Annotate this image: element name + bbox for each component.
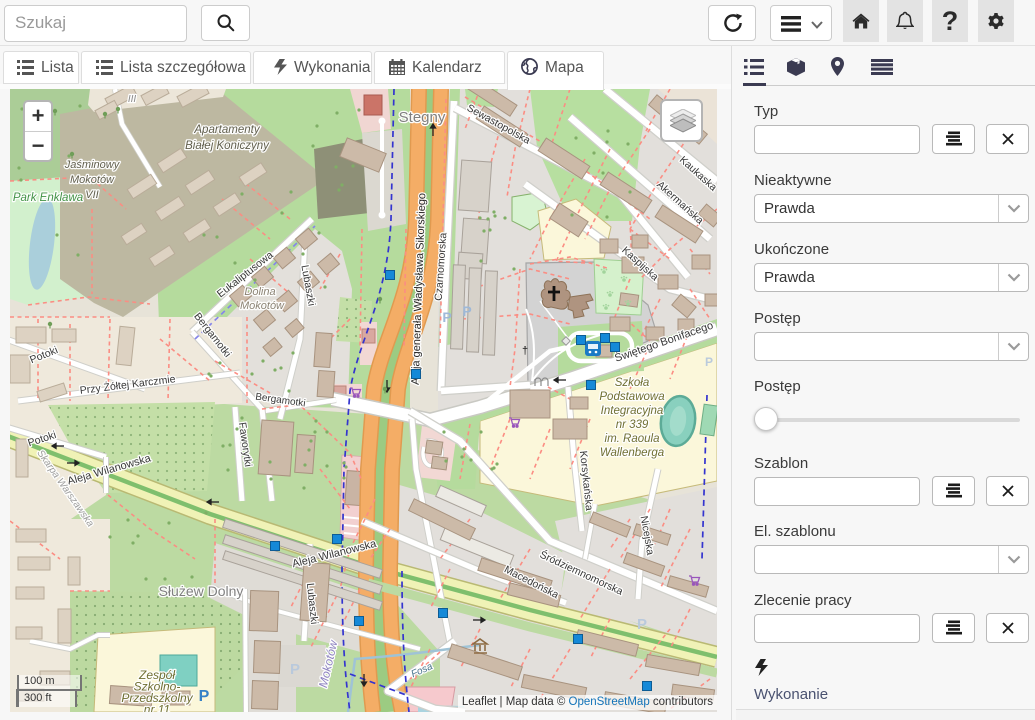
svg-text:Mokotów: Mokotów — [70, 174, 115, 186]
svg-text:P: P — [290, 661, 300, 678]
svg-text:P: P — [637, 616, 647, 633]
svg-text:Jaśminowy: Jaśminowy — [64, 159, 121, 171]
svg-text:Park Enklawa: Park Enklawa — [13, 192, 83, 204]
svg-text:Służew Dolny: Służew Dolny — [159, 583, 244, 599]
svg-text:VII: VII — [85, 189, 98, 201]
svg-text:Białej Koniczyny: Białej Koniczyny — [185, 140, 270, 152]
svg-text:P: P — [199, 688, 210, 705]
svg-text:Stegny: Stegny — [399, 109, 446, 126]
svg-text:Mokotów: Mokotów — [240, 300, 285, 312]
svg-text:P: P — [462, 303, 471, 319]
svg-text:Podstawowa: Podstawowa — [599, 391, 664, 403]
svg-text:nr 339: nr 339 — [616, 419, 649, 431]
svg-text:Apartamenty: Apartamenty — [193, 124, 260, 136]
svg-text:nr 11: nr 11 — [144, 703, 170, 713]
svg-text:†: † — [522, 345, 528, 357]
svg-text:Integracyjna: Integracyjna — [601, 405, 664, 417]
svg-text:III: III — [128, 94, 137, 105]
svg-text:im. Raoula: im. Raoula — [605, 433, 660, 445]
svg-text:Wallenberga: Wallenberga — [600, 447, 664, 459]
svg-text:Dolina: Dolina — [244, 286, 275, 298]
svg-text:P: P — [705, 355, 713, 369]
svg-text:P: P — [442, 309, 451, 325]
svg-text:Szkoła: Szkoła — [615, 377, 650, 389]
